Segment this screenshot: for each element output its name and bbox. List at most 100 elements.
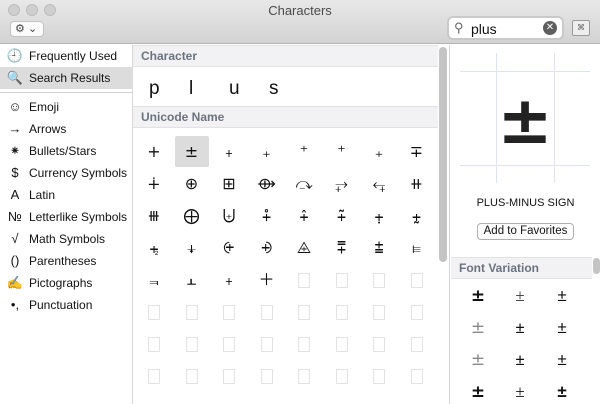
character-cell[interactable]: ⨮ — [250, 232, 284, 263]
empty-character-cell — [362, 296, 396, 327]
character-header: Character — [133, 45, 438, 67]
character-cell[interactable]: ﹢ — [212, 264, 246, 295]
character-cell[interactable]: ⁺ — [287, 136, 321, 167]
search-input[interactable] — [471, 20, 541, 37]
character-cell[interactable]: ⥅ — [325, 168, 359, 199]
unicode-name-header: Unicode Name — [133, 106, 438, 128]
sidebar-item-latin[interactable]: A Latin — [0, 184, 133, 206]
character-cell[interactable]: ⨁ — [175, 200, 209, 231]
character-cell[interactable]: ⊞ — [212, 168, 246, 199]
character-cell[interactable]: ∓ — [400, 136, 434, 167]
empty-character-cell — [400, 296, 434, 327]
empty-character-cell — [287, 264, 321, 295]
sidebar-item-search-results[interactable]: 🔍 Search Results — [0, 67, 133, 89]
character-cell[interactable]: ⨧ — [137, 232, 171, 263]
sidebar-item-label: Currency Symbols — [29, 166, 128, 180]
font-variation-cell[interactable]: ± — [547, 286, 577, 306]
character-letter[interactable]: s — [269, 78, 279, 100]
font-variation-cell[interactable]: ± — [505, 382, 535, 402]
sidebar-item-frequently-used[interactable]: 🕘 Frequently Used — [0, 45, 133, 67]
character-cell[interactable]: ⤼ — [287, 168, 321, 199]
character-cell[interactable]: ﹢ — [212, 136, 246, 167]
character-cell[interactable]: ⊕ — [175, 168, 209, 199]
category-icon: $ — [11, 165, 19, 180]
character-cell[interactable]: ∔ — [137, 168, 171, 199]
character-cell[interactable]: ⧻ — [137, 200, 171, 231]
empty-character-cell — [325, 360, 359, 391]
font-variation-cell[interactable]: ± — [505, 318, 535, 338]
font-variation-cell[interactable]: ± — [547, 382, 577, 402]
font-variation-cell[interactable]: ± — [463, 350, 493, 370]
category-icon: ⁕ — [9, 143, 21, 158]
character-cell[interactable]: ₊ — [250, 136, 284, 167]
character-cell[interactable]: ⫬ — [137, 264, 171, 295]
gear-icon: ⚙ — [15, 23, 25, 35]
empty-character-cell — [212, 360, 246, 391]
character-cell[interactable]: ⁺ — [325, 136, 359, 167]
character-cell[interactable]: ⨥ — [362, 200, 396, 231]
empty-character-cell — [175, 360, 209, 391]
sidebar-item-parentheses[interactable]: () Parentheses — [0, 250, 133, 272]
sidebar-item-letterlike-symbols[interactable]: № Letterlike Symbols — [0, 206, 133, 228]
keyboard-viewer-button[interactable]: ⌘ — [572, 20, 590, 36]
character-cell[interactable]: ⟴ — [250, 168, 284, 199]
sidebar-item-label: Pictographs — [29, 276, 93, 290]
character-cell[interactable]: + — [137, 136, 171, 167]
sidebar-item-pictographs[interactable]: ✍ Pictographs — [0, 272, 133, 294]
font-variation-cell[interactable]: ± — [463, 382, 493, 402]
character-cell[interactable]: ⨢ — [250, 200, 284, 231]
sidebar-item-arrows[interactable]: → Arrows — [0, 118, 133, 140]
empty-character-cell — [325, 328, 359, 359]
sidebar-item-label: Punctuation — [29, 298, 93, 312]
chevron-down-icon: ⌄ — [27, 23, 38, 35]
character-letter[interactable]: l — [189, 78, 193, 100]
sidebar-divider — [0, 92, 133, 93]
action-menu-button[interactable]: ⚙ ⌄ — [10, 21, 44, 37]
character-cell[interactable]: ⨤ — [325, 200, 359, 231]
sidebar-item-punctuation[interactable]: •, Punctuation — [0, 294, 133, 316]
character-cell[interactable]: ⥆ — [362, 168, 396, 199]
font-variation-cell[interactable]: ± — [463, 286, 493, 306]
font-variation-scrollbar[interactable] — [593, 258, 600, 274]
search-field[interactable]: ⚲ ✕ — [447, 16, 564, 40]
sidebar-item-label: Math Symbols — [29, 232, 106, 246]
empty-character-cell — [400, 360, 434, 391]
character-letter[interactable]: p — [149, 78, 160, 100]
font-variation-cell[interactable]: ± — [463, 318, 493, 338]
character-cell[interactable]: ⩱ — [325, 232, 359, 263]
add-to-favorites-button[interactable]: Add to Favorites — [477, 223, 574, 240]
character-cell[interactable]: ⨄ — [212, 200, 246, 231]
character-cell[interactable]: ⨨ — [175, 232, 209, 263]
sidebar-item-bullets-stars[interactable]: ⁕ Bullets/Stars — [0, 140, 133, 162]
category-icon: → — [8, 121, 22, 136]
character-cell[interactable]: ⨭ — [212, 232, 246, 263]
character-cell[interactable]: ⫢ — [400, 232, 434, 263]
font-variation-cell[interactable]: ± — [547, 350, 577, 370]
sidebar-item-label: Latin — [29, 188, 56, 202]
clear-search-icon[interactable]: ✕ — [543, 21, 557, 35]
font-variation-cell[interactable]: ± — [505, 286, 535, 306]
character-cell[interactable]: ⧺ — [400, 168, 434, 199]
character-cell[interactable]: ± — [174, 136, 209, 167]
character-cell[interactable]: ⩲ — [362, 232, 396, 263]
category-icon: A — [10, 187, 20, 202]
empty-character-cell — [175, 328, 209, 359]
sidebar-item-emoji[interactable]: ☺ Emoji — [0, 96, 133, 118]
font-variation-cell[interactable]: ± — [505, 350, 535, 370]
empty-character-cell — [212, 328, 246, 359]
results-scrollbar[interactable] — [439, 47, 447, 262]
character-cell[interactable]: ⨣ — [287, 200, 321, 231]
category-icon: ☺ — [8, 99, 22, 114]
empty-character-cell — [250, 296, 284, 327]
character-cell[interactable]: ＋ — [250, 264, 284, 295]
empty-character-cell — [325, 296, 359, 327]
character-cell[interactable]: ₊ — [362, 136, 396, 167]
character-cell[interactable]: ⫠ — [175, 264, 209, 295]
sidebar-item-currency-symbols[interactable]: $ Currency Symbols — [0, 162, 133, 184]
character-cell[interactable]: ⨹ — [287, 232, 321, 263]
font-variation-cell[interactable]: ± — [547, 318, 577, 338]
sidebar-item-math-symbols[interactable]: √ Math Symbols — [0, 228, 133, 250]
category-sidebar: 🕘 Frequently Used 🔍 Search Results ☺ Emoji → Ar… — [0, 45, 133, 404]
character-cell[interactable]: ⨦ — [400, 200, 434, 231]
character-letter[interactable]: u — [229, 78, 240, 100]
